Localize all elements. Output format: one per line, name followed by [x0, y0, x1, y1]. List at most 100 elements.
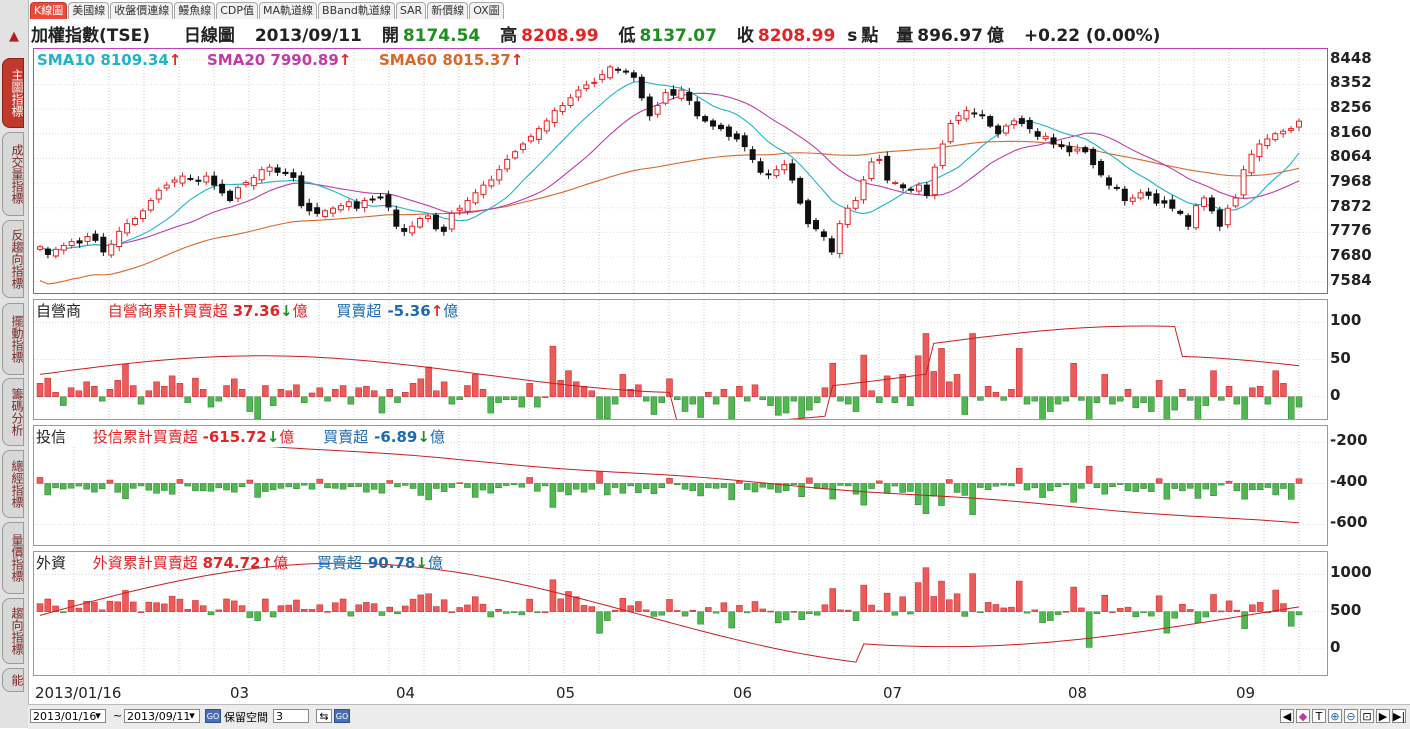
flow-bar [1148, 611, 1155, 617]
zoom-out-icon[interactable]: ⊖ [1344, 709, 1358, 723]
reserve-space-input[interactable]: 3 [273, 709, 309, 723]
date-range-tilde: ~ [113, 709, 123, 722]
tab-5[interactable]: CDP值 [216, 2, 259, 19]
candle [1288, 126, 1295, 133]
flow-bar [689, 609, 697, 612]
candle [1296, 118, 1302, 132]
flow-bar [479, 603, 487, 612]
flow-bar [425, 483, 432, 501]
flow-bar [207, 396, 215, 408]
side-tab-2[interactable]: 成交量指標 [2, 132, 24, 216]
side-tab-3[interactable]: 反趨向指標 [2, 220, 24, 298]
flow-bar [464, 385, 471, 397]
candle [1177, 209, 1184, 216]
flow-bar [199, 389, 207, 397]
flow-bar [355, 387, 362, 397]
flow-bar [650, 483, 658, 495]
tab-7[interactable]: BBand軌道線 [318, 2, 395, 19]
flow-bar [658, 396, 665, 403]
collapse-up-icon[interactable]: ▲ [5, 28, 23, 46]
flow-bar [992, 391, 1000, 397]
flow-bar [238, 483, 246, 487]
flow-bar [1109, 396, 1116, 405]
marker-icon[interactable]: ◆ [1296, 709, 1310, 723]
candle [147, 197, 154, 213]
candlestick-chart[interactable] [34, 49, 1327, 293]
side-tab-6[interactable]: 總經指標 [2, 450, 24, 518]
flow-bar [75, 483, 83, 487]
candle [583, 80, 590, 92]
flow-bar [782, 611, 790, 621]
flow-bar [572, 381, 580, 397]
flow-bar [891, 483, 899, 487]
end-date-dropdown-icon[interactable]: ▾ [184, 709, 198, 723]
flow-bar [91, 602, 98, 612]
flow-bar [293, 483, 300, 489]
trust-pane[interactable]: 投信 投信累計買賣超 -615.72↓億 買賣超 -6.89↓億 [33, 425, 1328, 546]
date-tick: 05 [556, 684, 576, 702]
tab-3[interactable]: 收盤價連線 [110, 2, 174, 19]
tab-6[interactable]: MA軌道線 [259, 2, 318, 19]
tab-10[interactable]: OX圖 [469, 2, 504, 19]
candle [1248, 149, 1255, 176]
tab-4[interactable]: 鰻魚線 [174, 2, 216, 19]
candle [377, 193, 384, 201]
flow-bar [1117, 396, 1124, 402]
zoom-in-icon[interactable]: ⊕ [1328, 709, 1342, 723]
side-tab-8[interactable]: 趨向指標 [2, 598, 24, 664]
side-tab-9[interactable]: 能 [2, 668, 24, 692]
flow-bar [681, 611, 689, 617]
flow-bar [347, 396, 355, 405]
scroll-left-icon[interactable]: ◀ [1280, 709, 1294, 723]
flow-bar [588, 606, 596, 612]
tab-9[interactable]: 新價線 [427, 2, 469, 19]
flow-bar [1070, 362, 1077, 397]
flow-bar [689, 483, 697, 492]
tab-2[interactable]: 美國線 [68, 2, 110, 19]
flow-bar [440, 483, 448, 492]
side-tab-4[interactable]: 擺動指標 [2, 303, 24, 375]
date-tick: 08 [1068, 684, 1088, 702]
side-tab-5[interactable]: 籌碼分析 [2, 378, 24, 446]
flow-bar [1148, 396, 1155, 412]
zoom-reset-icon[interactable]: ⊡ [1360, 709, 1374, 723]
candle [1082, 145, 1089, 154]
flow-bar [106, 600, 114, 612]
candle [345, 198, 352, 211]
flow-bar [332, 389, 339, 397]
trust-net-label: 買賣超 [323, 428, 369, 446]
price-tick: 8352 [1330, 73, 1372, 92]
flow-bar [137, 611, 145, 613]
apply-button-icon[interactable]: GO [334, 709, 350, 723]
flow-bar [1218, 396, 1225, 401]
candle [409, 221, 416, 237]
tab-8[interactable]: SAR [395, 2, 427, 19]
candle [306, 198, 313, 216]
flow-bar [433, 483, 440, 489]
flow-bar [736, 605, 743, 612]
candle [1161, 196, 1168, 208]
sub-tick: -400 [1330, 472, 1368, 491]
candle [424, 213, 431, 223]
flow-bar [153, 381, 160, 397]
foreign-pane[interactable]: 外資 外資累計買賣超 874.72↑億 買賣超 90.78↓億 [33, 551, 1328, 676]
flow-bar [557, 598, 564, 612]
flow-bar [977, 611, 984, 613]
zoom-fit-icon[interactable]: ⇆ [316, 709, 332, 723]
flow-bar [946, 599, 953, 612]
tab-1[interactable]: K線圖 [30, 2, 68, 19]
end-icon[interactable]: ▶| [1392, 709, 1406, 723]
start-date-dropdown-icon[interactable]: ▾ [90, 709, 104, 723]
flow-bar [759, 608, 767, 612]
flow-bar [860, 584, 868, 612]
go-button-icon[interactable]: GO [205, 709, 221, 723]
dealer-pane[interactable]: 自營商 自營商累計買賣超 37.36↓億 買賣超 -5.36↑億 [33, 299, 1328, 420]
scroll-right-icon[interactable]: ▶ [1376, 709, 1390, 723]
side-tab-7[interactable]: 量價指標 [2, 522, 24, 594]
price-chart-pane[interactable]: SMA10 8109.34↑ SMA20 7990.89↑ SMA60 8015… [33, 48, 1328, 294]
candle [900, 182, 907, 192]
side-tab-1[interactable]: 主圖指標 [2, 58, 24, 128]
flow-bar [324, 483, 331, 489]
text-tool-icon[interactable]: T [1312, 709, 1326, 723]
flow-bar [1023, 396, 1031, 405]
